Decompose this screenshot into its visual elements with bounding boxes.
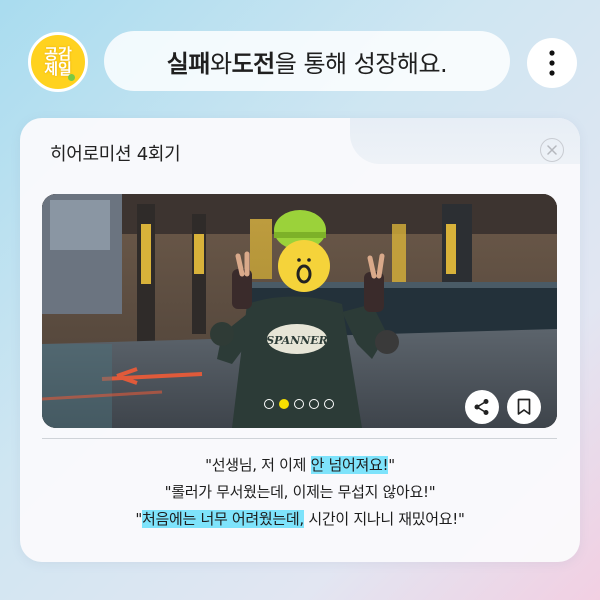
pager-dot-4[interactable] xyxy=(309,399,319,409)
logo-dot xyxy=(68,74,75,81)
more-vertical-icon xyxy=(549,50,555,76)
card-heading: 히어로미션 4회기 xyxy=(50,144,181,165)
mission-card: 히어로미션 4회기 SPANNER "선생님, 저 이제 안 넘어져요!" "롤… xyxy=(20,118,580,562)
title-bold-fail: 실패 xyxy=(166,49,211,78)
title-rest: 을 통해 성장해요. xyxy=(274,49,448,78)
quote-3-highlight: 처음에는 너무 어려웠는데, xyxy=(141,510,304,528)
quote-2-text: "롤러가 무서웠는데, 이제는 무섭지 않아요!" xyxy=(164,483,436,501)
close-icon xyxy=(547,145,557,155)
quote-line-3: "처음에는 너무 어려웠는데, 시간이 지나니 재밌어요!" xyxy=(40,506,560,533)
quote-line-2: "롤러가 무서웠는데, 이제는 무섭지 않아요!" xyxy=(40,479,560,506)
pager-dot-3[interactable] xyxy=(294,399,304,409)
pager-dot-1[interactable] xyxy=(264,399,274,409)
quote-1-highlight: 안 넘어져요! xyxy=(310,456,389,474)
pager-dot-2[interactable] xyxy=(279,399,289,409)
title-bold-challenge: 도전 xyxy=(231,49,276,78)
shirt-print-text: SPANNER xyxy=(266,334,328,347)
page-title: 실패 와 도전 을 통해 성장해요. xyxy=(104,31,510,91)
quote-1-after: " xyxy=(388,456,395,474)
quote-3-before: " xyxy=(135,510,142,528)
photo-pager xyxy=(264,399,334,409)
share-button[interactable] xyxy=(465,390,499,424)
close-button[interactable] xyxy=(540,138,564,162)
title-connector: 와 xyxy=(209,49,232,78)
bookmark-button[interactable] xyxy=(507,390,541,424)
bookmark-icon xyxy=(517,398,531,415)
mission-photo[interactable]: SPANNER xyxy=(42,194,557,428)
student-quotes: "선생님, 저 이제 안 넘어져요!" "롤러가 무서웠는데, 이제는 무섭지 … xyxy=(40,452,560,533)
pager-dot-5[interactable] xyxy=(324,399,334,409)
share-icon xyxy=(474,399,489,415)
quote-1-before: "선생님, 저 이제 xyxy=(205,456,311,474)
app-logo: 공감 제일 xyxy=(28,32,88,92)
logo-text: 공감 제일 xyxy=(44,45,72,78)
more-menu-button[interactable] xyxy=(527,38,577,88)
card-divider xyxy=(42,438,557,439)
quote-3-after: 시간이 지나니 재밌어요!" xyxy=(303,510,465,528)
quote-line-1: "선생님, 저 이제 안 넘어져요!" xyxy=(40,452,560,479)
